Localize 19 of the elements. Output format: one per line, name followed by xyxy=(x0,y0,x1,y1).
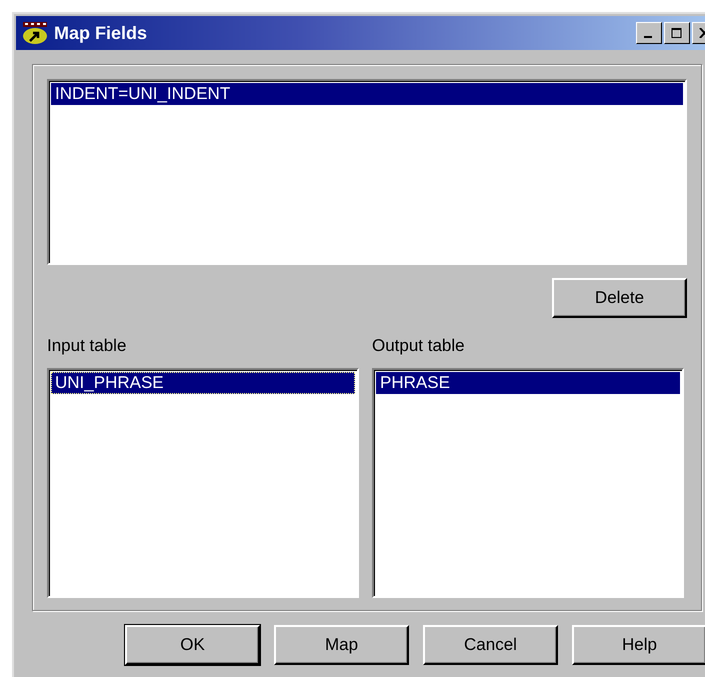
list-item[interactable]: UNI_PHRASE xyxy=(51,372,355,394)
minimize-button[interactable] xyxy=(636,22,662,44)
minimize-icon xyxy=(644,36,652,38)
list-box[interactable]: PHRASE xyxy=(372,368,684,598)
maximize-button[interactable] xyxy=(664,22,690,44)
delete-button[interactable]: Delete xyxy=(552,278,687,318)
maximize-icon xyxy=(671,28,683,38)
app-icon xyxy=(22,21,48,45)
input-table-label: Input table xyxy=(47,336,128,356)
dialog-button[interactable]: OK xyxy=(125,625,260,665)
output-table-label: Output table xyxy=(372,336,466,356)
list-box[interactable]: INDENT=UNI_INDENT xyxy=(47,79,687,265)
list-box[interactable]: UNI_PHRASE xyxy=(47,368,359,598)
window-title: Map Fields xyxy=(54,22,148,44)
list-item[interactable]: INDENT=UNI_INDENT xyxy=(51,83,683,105)
dialog-button[interactable]: Map xyxy=(274,625,409,665)
dialog-button[interactable]: Cancel xyxy=(423,625,558,665)
dialog-button[interactable]: Help xyxy=(572,625,705,665)
list-item[interactable]: PHRASE xyxy=(376,372,680,394)
